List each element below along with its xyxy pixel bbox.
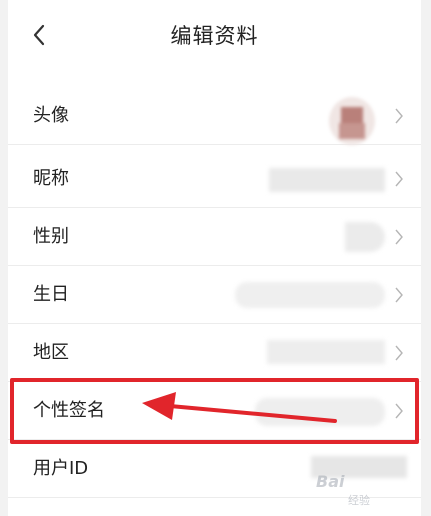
watermark-text: Bai xyxy=(316,472,345,491)
watermark-subtext: 经验 xyxy=(348,494,370,507)
annotation-arrow xyxy=(142,392,337,423)
watermark: Bai 经验 xyxy=(310,462,420,512)
